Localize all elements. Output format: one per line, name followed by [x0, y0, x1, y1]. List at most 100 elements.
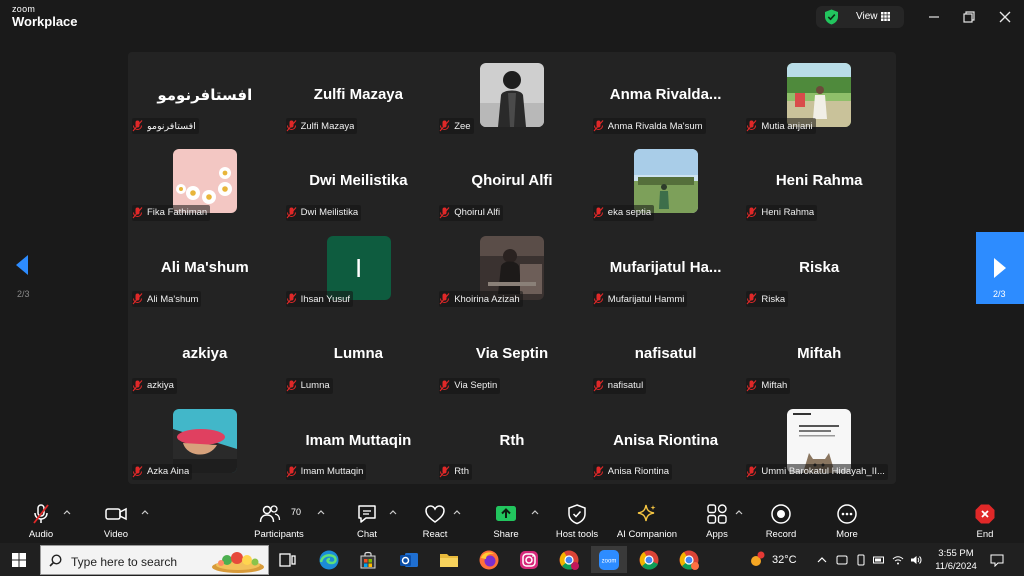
participant-tile[interactable]: Zee	[435, 52, 589, 138]
windows-start-icon[interactable]	[12, 553, 26, 567]
previous-page-button[interactable]: 2/3	[0, 232, 46, 304]
next-page-button[interactable]: 2/3	[976, 232, 1024, 304]
react-button[interactable]: React	[420, 501, 450, 541]
video-options-caret-icon[interactable]	[141, 509, 149, 515]
participant-nameplate: eka septia	[592, 204, 655, 221]
show-hidden-icons-icon[interactable]	[816, 554, 828, 566]
close-icon[interactable]	[997, 9, 1013, 25]
participant-tile[interactable]: Lumna Lumna	[282, 311, 436, 397]
host-tools-button[interactable]: Host tools	[556, 501, 598, 541]
participant-tile[interactable]: I Ihsan Yusuf	[282, 225, 436, 311]
task-view-icon[interactable]	[276, 549, 298, 571]
participant-tile[interactable]: Dwi Meilistika Dwi Meilistika	[282, 138, 436, 224]
chrome-icon[interactable]	[638, 549, 660, 571]
store-icon[interactable]	[357, 549, 379, 571]
record-label: Record	[765, 529, 797, 540]
chat-options-caret-icon[interactable]	[389, 509, 397, 515]
participant-name-label: Dwi Meilistika	[300, 207, 359, 219]
participant-tile[interactable]: eka septia	[589, 138, 743, 224]
participant-tile[interactable]: Miftah Miftah	[742, 311, 896, 397]
mic-muted-icon	[132, 206, 143, 219]
participant-tile[interactable]: azkiya azkiya	[128, 311, 282, 397]
taskbar-search-box[interactable]: Type here to search	[40, 545, 269, 575]
video-button[interactable]: Video	[101, 501, 131, 541]
share-button[interactable]: Share	[491, 501, 521, 541]
volume-icon[interactable]	[910, 554, 922, 566]
participant-tile[interactable]: Imam Muttaqin Imam Muttaqin	[282, 398, 436, 484]
participant-gallery: افستافرنومو افستافرنومو Zulfi Mazaya Zulfi …	[128, 52, 896, 484]
participant-tile[interactable]: Heni Rahma Heni Rahma	[742, 138, 896, 224]
clock-date: 11/6/2024	[935, 561, 977, 572]
file-explorer-icon[interactable]	[438, 549, 460, 571]
end-meeting-button[interactable]: End	[970, 501, 1000, 541]
taskbar-clock[interactable]: 3:55 PM 11/6/2024	[930, 547, 982, 573]
participant-tile[interactable]: Mutia anjani	[742, 52, 896, 138]
ai-companion-button[interactable]: AI Companion	[617, 501, 677, 541]
participant-tile[interactable]: Rth Rth	[435, 398, 589, 484]
meeting-toolbar: Audio Video 70 Participants Chat React S…	[0, 497, 1024, 543]
apps-options-caret-icon[interactable]	[735, 509, 743, 515]
chat-button[interactable]: Chat	[352, 501, 382, 541]
temperature-text: 32°C	[772, 554, 797, 566]
participant-display-name: Miftah	[797, 345, 842, 363]
participant-nameplate: Fika Fathiman	[132, 204, 211, 221]
share-options-caret-icon[interactable]	[531, 509, 539, 515]
notifications-icon[interactable]	[990, 553, 1004, 567]
react-options-caret-icon[interactable]	[453, 509, 461, 515]
mic-muted-icon	[593, 293, 604, 305]
chrome-alt-icon[interactable]	[678, 549, 700, 571]
mic-muted-icon	[132, 120, 143, 132]
participant-display-name: Via Septin	[475, 345, 549, 363]
firefox-icon[interactable]	[478, 549, 500, 571]
participant-tile[interactable]: Fika Fathiman	[128, 138, 282, 224]
participant-tile[interactable]: Zulfi Mazaya Zulfi Mazaya	[282, 52, 436, 138]
audio-options-caret-icon[interactable]	[63, 509, 71, 515]
participant-nameplate: Ihsan Yusuf	[285, 291, 354, 308]
participant-tile[interactable]: Azka Aina	[128, 398, 282, 484]
restore-icon[interactable]	[961, 9, 977, 25]
instagram-icon[interactable]	[518, 549, 540, 571]
participant-nameplate: Lumna	[285, 377, 333, 394]
participant-nameplate: Via Septin	[439, 377, 501, 394]
meet-now-icon[interactable]	[836, 554, 848, 566]
more-label: More	[836, 529, 858, 540]
participant-tile[interactable]: Khoirina Azizah	[435, 225, 589, 311]
view-button[interactable]: View	[816, 6, 904, 28]
participant-nameplate: Qhoirul Alfi	[439, 204, 504, 221]
zoom-icon[interactable]: zoom	[598, 549, 620, 571]
minimize-icon[interactable]	[926, 9, 942, 25]
participant-tile[interactable]: Mufarijatul Ha... Mufarijatul Hammi	[589, 225, 743, 311]
mic-muted-icon	[439, 466, 450, 478]
usb-device-icon[interactable]	[855, 554, 867, 566]
participant-tile[interactable]: Via Septin Via Septin	[435, 311, 589, 397]
participant-tile[interactable]: Ummi Barokatul Hidayah_II...	[742, 398, 896, 484]
page-indicator-left: 2/3	[17, 289, 30, 299]
heart-icon	[425, 505, 445, 523]
participant-tile[interactable]: Ali Ma'shum Ali Ma'shum	[128, 225, 282, 311]
outlook-icon[interactable]	[398, 549, 420, 571]
participant-avatar-photo	[480, 235, 545, 300]
weather-sun-icon[interactable]	[748, 551, 766, 569]
security-shield-icon	[825, 9, 838, 25]
more-dots-icon	[837, 504, 857, 524]
apps-button[interactable]: Apps	[702, 501, 732, 541]
participant-tile[interactable]: Riska Riska	[742, 225, 896, 311]
participant-tile[interactable]: nafisatul nafisatul	[589, 311, 743, 397]
wifi-icon[interactable]	[892, 554, 904, 566]
participant-tile[interactable]: افستافرنومو افستافرنومو	[128, 52, 282, 138]
participant-name-label: Zee	[454, 120, 471, 132]
edge-icon[interactable]	[318, 549, 340, 571]
more-button[interactable]: More	[832, 501, 862, 541]
participant-tile[interactable]: Anisa Riontina Anisa Riontina	[589, 398, 743, 484]
participant-display-name: nafisatul	[634, 345, 697, 363]
battery-icon[interactable]	[873, 554, 885, 566]
participant-avatar-photo	[633, 149, 698, 214]
chrome-profile-icon[interactable]	[558, 549, 580, 571]
participants-options-caret-icon[interactable]	[317, 509, 325, 515]
participant-name-label: Miftah	[761, 380, 788, 392]
participant-tile[interactable]: Qhoirul Alfi Qhoirul Alfi	[435, 138, 589, 224]
participants-button[interactable]: 70 Participants	[254, 501, 304, 541]
participant-tile[interactable]: Anma Rivalda... Anma Rivalda Ma'sum	[589, 52, 743, 138]
record-button[interactable]: Record	[766, 501, 796, 541]
audio-button[interactable]: Audio	[26, 501, 56, 541]
